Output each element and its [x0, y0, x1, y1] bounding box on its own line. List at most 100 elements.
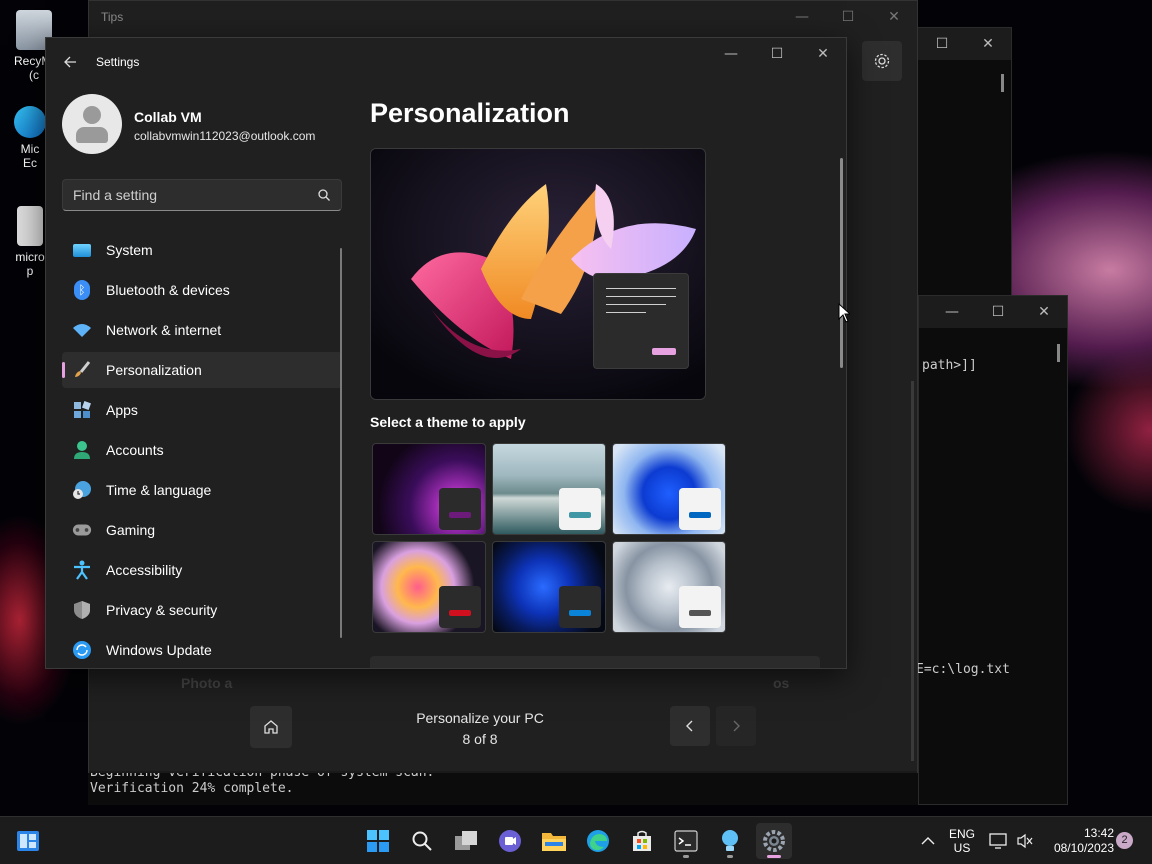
content-scrollbar[interactable] [840, 158, 843, 368]
sidebar-item-gaming[interactable]: Gaming [62, 512, 342, 548]
running-indicator [767, 855, 781, 858]
running-indicator [727, 855, 733, 858]
terminal-line: Verification 24% complete. [90, 781, 294, 796]
user-email: collabvmwin112023@outlook.com [134, 129, 316, 143]
volume-button[interactable] [1012, 823, 1038, 859]
maximize-icon[interactable]: ☐ [919, 36, 965, 52]
task-view-button[interactable] [448, 823, 484, 859]
widgets-button[interactable] [10, 823, 46, 859]
chat-button[interactable] [492, 823, 528, 859]
maximize-icon[interactable]: ☐ [825, 9, 871, 25]
theme-tile-flow[interactable] [372, 541, 486, 633]
monitor-icon [72, 240, 92, 260]
preview-accent-button [652, 348, 676, 355]
sidebar-item-label: Windows Update [106, 642, 212, 658]
theme-mini-window [679, 586, 721, 628]
theme-tile-glow[interactable] [372, 443, 486, 535]
clock[interactable]: 13:42 08/10/2023 [1040, 826, 1114, 856]
paintbrush-icon [72, 360, 92, 380]
notification-badge[interactable]: 2 [1116, 832, 1133, 849]
gamepad-icon [72, 520, 92, 540]
theme-tile-captured-motion[interactable] [492, 443, 606, 535]
taskbar-search-button[interactable] [404, 823, 440, 859]
start-button[interactable] [360, 823, 396, 859]
store-button[interactable] [624, 823, 660, 859]
tips-button[interactable] [712, 823, 748, 859]
theme-heading: Select a theme to apply [370, 414, 526, 430]
terminal-scrollbar[interactable] [1057, 344, 1060, 362]
theme-tile-windows-dark[interactable] [492, 541, 606, 633]
terminal-window[interactable]: — ☐ ✕ path>]] E=c:\log.txt [916, 295, 1068, 805]
sidebar-item-accounts[interactable]: Accounts [62, 432, 342, 468]
tips-settings-button[interactable] [862, 41, 902, 81]
minimize-icon[interactable]: — [708, 38, 754, 70]
sidebar-item-label: Time & language [106, 482, 212, 498]
terminal-scrollbar[interactable] [1001, 74, 1004, 92]
settings-button[interactable] [756, 823, 792, 859]
theme-tile-windows-light[interactable] [612, 443, 726, 535]
widgets-icon [17, 831, 39, 851]
accessibility-icon [72, 560, 92, 580]
sidebar-item-system[interactable]: System [62, 232, 342, 268]
minimize-icon[interactable]: — [779, 9, 825, 25]
close-icon[interactable]: ✕ [800, 38, 846, 70]
settings-card[interactable] [370, 656, 820, 668]
maximize-icon[interactable]: ☐ [975, 304, 1021, 320]
theme-mini-window [559, 488, 601, 530]
sidebar-item-accessibility[interactable]: Accessibility [62, 552, 342, 588]
preview-text-line [606, 304, 666, 305]
preview-text-line [606, 296, 676, 297]
nav-scrollbar[interactable] [340, 248, 342, 638]
file-explorer-button[interactable] [536, 823, 572, 859]
show-hidden-icons-button[interactable] [910, 823, 946, 859]
back-arrow-icon[interactable] [60, 52, 80, 72]
search-input[interactable] [63, 180, 303, 210]
next-tip-button[interactable] [716, 706, 756, 746]
user-name: Collab VM [134, 109, 202, 125]
chevron-up-icon [921, 837, 935, 845]
keyboard-region: US [953, 841, 971, 855]
edge-button[interactable] [580, 823, 616, 859]
home-button[interactable] [250, 706, 292, 748]
edge-icon [14, 106, 46, 138]
search-icon[interactable] [317, 188, 331, 202]
sidebar-item-apps[interactable]: Apps [62, 392, 342, 428]
sidebar-item-network[interactable]: Network & internet [62, 312, 342, 348]
theme-accent-swatch [449, 512, 471, 518]
close-icon[interactable]: ✕ [965, 36, 1011, 52]
settings-titlebar: Settings — ☐ ✕ [46, 38, 846, 86]
previous-tip-button[interactable] [670, 706, 710, 746]
close-icon[interactable]: ✕ [1021, 304, 1067, 320]
sidebar-item-personalization[interactable]: Personalization [62, 352, 342, 388]
clock-time: 13:42 [1083, 826, 1114, 840]
sidebar-item-label: Network & internet [106, 322, 222, 338]
language-indicator[interactable]: ENG US [947, 827, 977, 855]
tips-scrollbar[interactable] [911, 381, 914, 761]
sidebar-item-label: Privacy & security [106, 602, 218, 618]
edge-icon [587, 830, 609, 852]
sidebar-item-privacy[interactable]: Privacy & security [62, 592, 342, 628]
running-indicator [683, 855, 689, 858]
theme-tile-sunrise[interactable] [612, 541, 726, 633]
task-view-icon [455, 831, 477, 850]
tips-card-text: Photo a [181, 675, 233, 691]
avatar[interactable] [62, 94, 122, 154]
close-icon[interactable]: ✕ [871, 9, 917, 25]
sidebar-item-label: Gaming [106, 522, 156, 538]
maximize-icon[interactable]: ☐ [754, 38, 800, 70]
sidebar-item-bluetooth[interactable]: ᛒ Bluetooth & devices [62, 272, 342, 308]
theme-mini-window [679, 488, 721, 530]
network-icon [989, 833, 1007, 849]
theme-accent-swatch [689, 512, 711, 518]
network-status-button[interactable] [984, 823, 1012, 859]
store-icon [633, 830, 651, 851]
sidebar-item-label: Personalization [106, 362, 202, 378]
sidebar-item-time-language[interactable]: Time & language [62, 472, 342, 508]
search-box[interactable] [62, 179, 342, 211]
terminal-button[interactable] [668, 823, 704, 859]
minimize-icon[interactable]: — [929, 304, 975, 320]
shield-icon [72, 600, 92, 620]
settings-window[interactable]: Settings — ☐ ✕ Collab VM collabvmwin1120… [45, 37, 847, 669]
sidebar-item-windows-update[interactable]: Windows Update [62, 632, 342, 668]
sidebar-item-label: Accessibility [106, 562, 183, 578]
